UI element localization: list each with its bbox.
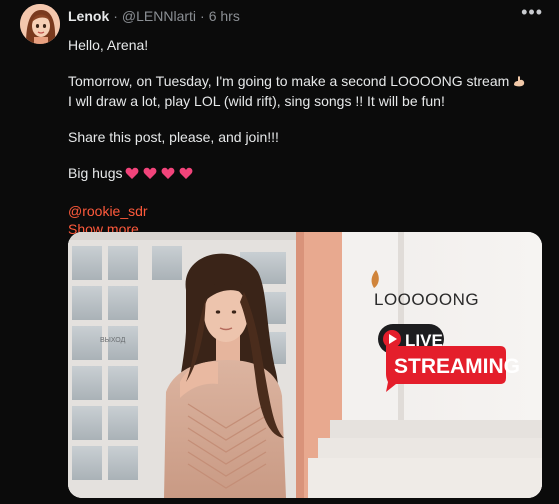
post-line: Tomorrow, on Tuesday, I'm going to make … xyxy=(68,72,538,92)
separator-dot: · xyxy=(200,8,205,24)
separator-dot: · xyxy=(113,8,118,24)
more-horizontal-icon[interactable]: ••• xyxy=(521,2,543,23)
stream-promo-image: ВЫХОД LOOOOONG LIVE STREAMING xyxy=(68,232,542,498)
flexed-biceps-icon xyxy=(512,74,526,92)
post-line: Hello, Arena! xyxy=(68,37,149,53)
author-handle[interactable]: @LENNlarti xyxy=(122,8,196,24)
post-line: I wll draw a lot, play LOL (wild rift), … xyxy=(68,93,445,109)
post-line-text: Tomorrow, on Tuesday, I'm going to make … xyxy=(68,73,510,89)
post-header: Lenok · @LENNlarti · 6 hrs xyxy=(68,6,539,26)
exit-sign-text: ВЫХОД xyxy=(100,337,126,344)
heart-icon xyxy=(179,166,193,184)
post-line: Big hugs xyxy=(68,164,538,184)
author-name[interactable]: Lenok xyxy=(68,8,109,24)
post-image[interactable]: ВЫХОД LOOOOONG LIVE STREAMING xyxy=(68,232,542,498)
headline-text: LOOOOONG xyxy=(374,290,479,309)
mention-link[interactable]: @rookie_sdr xyxy=(68,202,538,220)
post-body: Hello, Arena! Tomorrow, on Tuesday, I'm … xyxy=(68,36,538,238)
heart-icon xyxy=(143,166,157,184)
heart-icon xyxy=(161,166,175,184)
post-line-text: Big hugs xyxy=(68,165,123,181)
post-line: Share this post, please, and join!!! xyxy=(68,129,279,145)
avatar-illustration xyxy=(20,4,60,44)
post-time[interactable]: 6 hrs xyxy=(209,8,240,24)
heart-icon xyxy=(125,166,139,184)
avatar[interactable] xyxy=(20,4,60,44)
streaming-label: STREAMING xyxy=(394,355,520,378)
post: Lenok · @LENNlarti · 6 hrs ••• Hello, Ar… xyxy=(0,0,559,504)
